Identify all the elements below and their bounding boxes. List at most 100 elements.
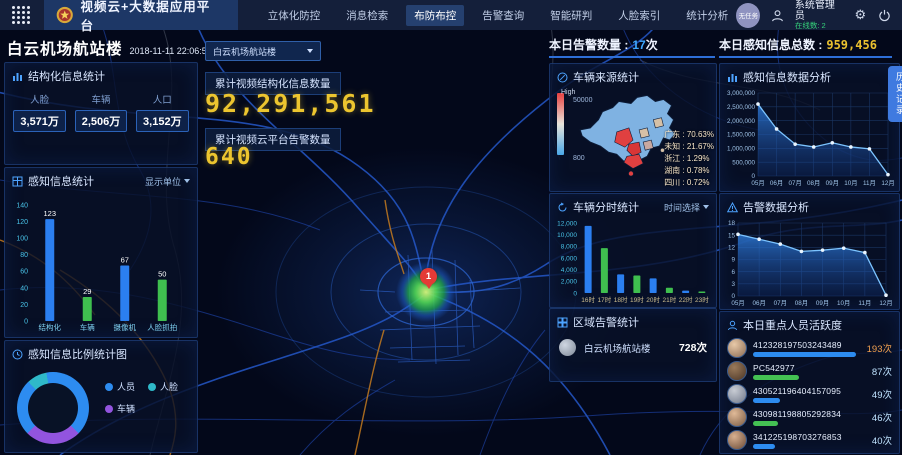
svg-text:9: 9 [731,257,735,264]
person-id: 430981198805292834 [753,409,856,419]
svg-text:05月: 05月 [751,179,764,187]
app-title: 视频云+大数据应用平台 [81,0,220,34]
person-info: 412328197503243489 [753,340,856,357]
panel-title: 结构化信息统计 [28,68,105,84]
svg-text:100: 100 [16,236,28,243]
unit-dropdown[interactable]: 显示单位 [145,175,190,188]
structured-stat: 车辆 2,506万 [75,92,128,132]
history-side-tab[interactable]: 历史记录 [888,66,902,122]
stat-value: 3,571万 [13,110,66,132]
main-area: 1 白云机场航站楼 2018-11-11 22:06:57 结构化信息统计 人脸… [0,30,902,455]
stat-value: 2,506万 [75,110,128,132]
today-perception-header: 本日感知信息总数 : 959,456 [719,36,892,58]
settings-gear-icon[interactable]: ⚙ [853,8,867,23]
menu-item-6[interactable]: 人脸索引 [610,5,668,26]
person-id: 430521196404157095 [753,386,856,396]
svg-text:4,000: 4,000 [561,267,578,274]
legend-label: 车辆 [117,402,135,415]
menu-item-5[interactable]: 智能研判 [542,5,600,26]
region-name: 白云机场航站楼 [584,341,671,355]
svg-text:23时: 23时 [695,295,709,304]
person-info: PC542977 [753,363,856,380]
person-count: 40次 [862,433,892,447]
key-person-row[interactable]: 430981198805292834 46次 [720,404,899,427]
legend-label: 人脸 [160,380,178,393]
svg-text:40: 40 [20,285,28,292]
svg-text:12: 12 [728,245,736,252]
vehicle-source-row: 湖南 : 0.78% [664,165,714,176]
person-avatar [727,407,747,427]
key-person-row[interactable]: 412328197503243489 193次 [720,335,899,358]
user-status-badge[interactable]: 无任务 [736,3,760,28]
today-alarm-header: 本日告警数量 : 17 次 [549,36,715,58]
user-name[interactable]: 系统管理员 [795,0,843,22]
site-title: 白云机场航站楼 [7,37,123,59]
panel-perception-trend: 感知信息数据分析 0500,0001,000,0001,500,0002,000… [719,63,900,192]
person-count: 193次 [862,341,892,355]
menu-item-2[interactable]: 消息检索 [338,5,396,26]
panel-structured-info: 结构化信息统计 人脸 3,571万车辆 2,506万人口 3,152万 [4,62,198,165]
key-person-row[interactable]: PC542977 87次 [720,358,899,381]
apps-grid-icon[interactable] [12,6,30,24]
time-select-dropdown[interactable]: 时间选择 [664,201,709,214]
legend-item: 人员 [105,380,148,393]
person-icon [727,320,738,331]
svg-text:60: 60 [20,269,28,276]
perception-trend-chart: 0500,0001,000,0001,500,0002,000,0002,500… [720,87,899,194]
svg-text:15: 15 [728,232,736,239]
panel-vehicle-time: 车辆分时统计 时间选择 02,0004,0006,0008,00010,0001… [549,193,717,308]
person-count: 87次 [862,364,892,378]
person-id: PC542977 [753,363,856,373]
region-alarm-row[interactable]: 白云机场航站楼 728次 [550,332,716,356]
svg-text:6: 6 [731,269,735,276]
svg-text:22时: 22时 [679,295,693,304]
panel-key-persons: 本日重点人员活跃度 412328197503243489 193次 PC5429… [719,311,900,454]
key-person-row[interactable]: 341225198703276853 40次 [720,427,899,450]
map-cluster-marker[interactable]: 1 [420,268,437,285]
menu-item-4[interactable]: 告警查询 [474,5,532,26]
person-info: 430981198805292834 [753,409,856,426]
panel-title: 感知信息数据分析 [743,69,831,85]
legend-dot [148,383,156,391]
panel-title: 告警数据分析 [743,199,809,215]
svg-text:2,000,000: 2,000,000 [727,118,756,125]
vehicle-source-row: 未知 : 21.67% [664,141,714,152]
key-person-row[interactable]: 430521196404157095 49次 [720,381,899,404]
navbar-right: 无任务 系统管理员 在线数: 2 ⚙ [736,0,892,30]
svg-text:车辆: 车辆 [80,322,95,332]
metric-structured-value: 92,291,561 [205,89,376,118]
panel-title: 感知信息统计 [28,173,94,189]
person-activity-bar [753,421,856,426]
panel-title: 车辆来源统计 [573,69,639,85]
legend-dot [105,383,113,391]
legend-label: 人员 [117,380,135,393]
warning-icon [727,202,738,213]
panel-region-alarm: 区域告警统计 白云机场航站楼 728次 [549,308,717,382]
region-count: 728次 [679,340,707,355]
svg-text:29: 29 [83,287,91,296]
svg-text:10月: 10月 [837,299,850,307]
svg-text:06月: 06月 [752,299,765,307]
person-id: 341225198703276853 [753,432,856,442]
police-badge-icon [56,6,74,24]
menu-item-1[interactable]: 立体化防控 [260,5,329,26]
panel-perception-stats: 感知信息统计 显示单位 020406080100120140123结构化29车辆… [4,167,198,338]
svg-text:18时: 18时 [614,295,628,304]
svg-text:6,000: 6,000 [561,255,578,262]
person-count: 49次 [862,387,892,401]
area-select-dropdown[interactable]: 白云机场航站楼 [205,41,321,61]
user-block: 系统管理员 在线数: 2 [795,0,843,30]
svg-text:20: 20 [20,302,28,309]
svg-text:07月: 07月 [788,179,801,187]
structured-stat: 人脸 3,571万 [13,92,66,132]
person-activity-bar [753,444,856,449]
power-icon[interactable] [878,8,892,23]
vehicle-source-row: 浙江 : 1.29% [664,153,714,164]
svg-text:16时: 16时 [581,295,595,304]
svg-text:08月: 08月 [795,299,808,307]
person-activity-bar [753,375,856,380]
menu-item-7[interactable]: 统计分析 [678,5,736,26]
svg-text:3,000,000: 3,000,000 [727,90,756,97]
region-avatar [559,339,576,356]
menu-item-3[interactable]: 布防布控 [406,5,464,26]
